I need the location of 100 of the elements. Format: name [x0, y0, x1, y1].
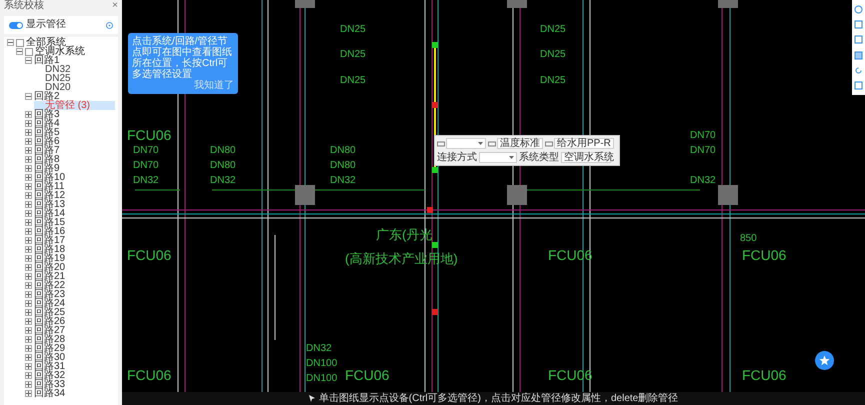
expand-icon[interactable] — [25, 147, 32, 154]
tree-item[interactable]: 回路31 — [25, 362, 115, 371]
expand-icon[interactable] — [25, 318, 32, 325]
expand-icon[interactable] — [25, 327, 32, 334]
expand-icon[interactable] — [25, 354, 32, 361]
toggle-label: 显示管径 — [26, 20, 66, 30]
expand-icon[interactable] — [25, 372, 32, 379]
field-label: 系统类型 — [519, 152, 559, 162]
tree-item[interactable]: 回路17 — [25, 236, 115, 245]
expand-icon[interactable] — [25, 336, 32, 343]
tree-label: 回路34 — [34, 389, 66, 398]
tree-item[interactable]: 回路19 — [25, 254, 115, 263]
tree-item[interactable]: 回路22 — [25, 281, 115, 290]
expand-icon[interactable] — [25, 282, 32, 289]
expand-icon[interactable] — [25, 363, 32, 370]
drawing-label: DN25 — [540, 25, 566, 35]
expand-icon[interactable] — [25, 120, 32, 127]
tree-item[interactable]: 回路13 — [25, 200, 115, 209]
expand-icon[interactable] — [25, 219, 32, 226]
expand-icon[interactable] — [25, 156, 32, 163]
expand-icon[interactable] — [25, 291, 32, 298]
tree-item[interactable]: 回路27 — [25, 326, 115, 335]
tree-item[interactable]: 回路34 — [25, 389, 115, 398]
expand-icon[interactable] — [25, 309, 32, 316]
collapse-icon[interactable] — [16, 48, 23, 55]
tree-item[interactable]: 回路2 — [25, 92, 115, 101]
tree-label: 回路31 — [34, 362, 66, 371]
tree-item[interactable]: 回路6 — [25, 137, 115, 146]
expand-icon[interactable] — [25, 183, 32, 190]
caret-icon — [509, 156, 514, 159]
expand-icon[interactable] — [25, 264, 32, 271]
expand-icon[interactable] — [25, 255, 32, 262]
tree-label: 回路2 — [34, 92, 60, 101]
expand-icon[interactable] — [25, 201, 32, 208]
tree-label: 回路25 — [34, 308, 66, 317]
drawing-label: DN32 — [210, 176, 236, 186]
tree-item[interactable]: 回路25 — [25, 308, 115, 317]
tree-item[interactable]: 回路14 — [25, 209, 115, 218]
tree-item[interactable]: 回路24 — [25, 299, 115, 308]
tree-item[interactable]: 回路21 — [25, 272, 115, 281]
tree-item[interactable]: 回路8 — [25, 155, 115, 164]
expand-icon[interactable] — [25, 246, 32, 253]
collapse-icon[interactable] — [7, 39, 14, 46]
tree-item[interactable]: 回路7 — [25, 146, 115, 155]
expand-icon[interactable] — [25, 138, 32, 145]
dropdown[interactable]: 给水用PP-R — [554, 138, 614, 149]
drawing-label: DN70 — [133, 161, 159, 171]
tree-item[interactable]: 回路12 — [25, 191, 115, 200]
checkbox[interactable] — [16, 38, 24, 46]
expand-icon[interactable] — [25, 192, 32, 199]
tree-item[interactable]: DN20 — [34, 83, 115, 92]
tree-item[interactable]: 回路23 — [25, 290, 115, 299]
tree-label: DN20 — [45, 83, 71, 92]
tree-item[interactable]: 回路9 — [25, 164, 115, 173]
rotate-icon[interactable] — [854, 66, 863, 75]
collapse-icon[interactable] — [25, 93, 32, 100]
tree-item[interactable]: DN25 — [34, 74, 115, 83]
tree-item[interactable]: 回路4 — [25, 119, 115, 128]
tree-item[interactable]: 回路28 — [25, 335, 115, 344]
checkbox[interactable] — [25, 48, 33, 56]
expand-icon[interactable] — [25, 273, 32, 280]
close-button[interactable]: × — [112, 1, 118, 11]
tree-item[interactable]: 回路20 — [25, 263, 115, 272]
help-icon[interactable] — [106, 22, 113, 28]
tree-item[interactable]: 回路5 — [25, 128, 115, 137]
tree-item[interactable]: 空调水系统 — [16, 47, 115, 56]
expand-icon[interactable] — [25, 300, 32, 307]
tree-item[interactable]: 回路1 — [25, 56, 115, 65]
expand-icon[interactable] — [25, 129, 32, 136]
expand-icon[interactable] — [25, 111, 32, 118]
expand-icon[interactable] — [25, 345, 32, 352]
expand-icon[interactable] — [25, 237, 32, 244]
expand-icon[interactable] — [25, 228, 32, 235]
dropdown[interactable]: 温度标准 — [497, 138, 543, 149]
tree-item[interactable]: 回路30 — [25, 353, 115, 362]
collapse-icon[interactable] — [25, 57, 32, 64]
favorite-button[interactable] — [815, 351, 834, 370]
tree-item[interactable]: 回路15 — [25, 218, 115, 227]
tree-item[interactable]: 回路33 — [25, 380, 115, 389]
tree-label: 回路1 — [34, 56, 60, 65]
tree-label: 回路15 — [34, 218, 66, 227]
tree-item[interactable]: 回路26 — [25, 317, 115, 326]
tree-item[interactable]: 回路10 — [25, 173, 115, 182]
tree-item[interactable]: 回路29 — [25, 344, 115, 353]
tree-item[interactable]: 回路11 — [25, 182, 115, 191]
expand-icon[interactable] — [25, 174, 32, 181]
expand-icon[interactable] — [25, 381, 32, 388]
tree-item[interactable]: 回路16 — [25, 227, 115, 236]
tree-item[interactable]: 回路18 — [25, 245, 115, 254]
expand-icon[interactable] — [25, 390, 32, 397]
tree-item[interactable]: 回路32 — [25, 371, 115, 380]
drawing-label: DN70 — [690, 131, 716, 141]
tree-item[interactable]: 回路3 — [25, 110, 115, 119]
expand-icon[interactable] — [25, 210, 32, 217]
field-label: 连接方式 — [437, 152, 477, 162]
tree-item[interactable]: DN32 — [34, 65, 115, 74]
expand-icon[interactable] — [25, 165, 32, 172]
drawing-label: DN25 — [340, 50, 366, 60]
toggle-switch[interactable] — [9, 22, 23, 28]
tree-label: 回路4 — [34, 119, 60, 128]
